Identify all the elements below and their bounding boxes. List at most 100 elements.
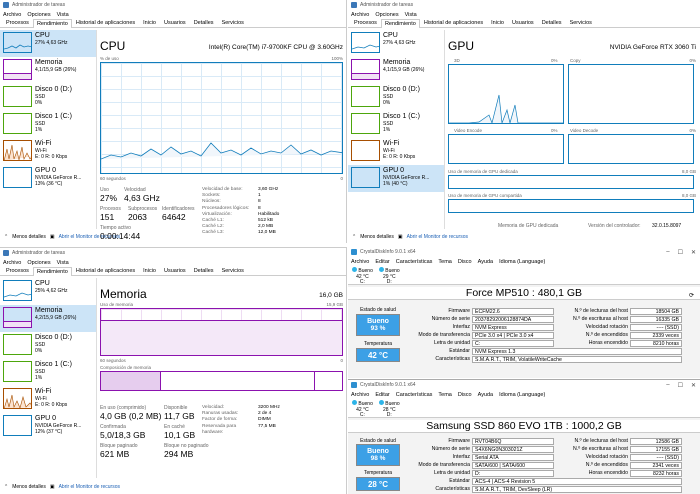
menu-archivo[interactable]: Archivo [351,12,369,18]
menu-item[interactable]: Ayuda [478,392,494,398]
drive-button[interactable]: Bueno 42 °C C: [352,400,373,418]
info-label: Letra de unidad [433,340,470,346]
tab-procesos[interactable]: Procesos [2,266,33,275]
tab-inicio[interactable]: Inicio [487,18,508,27]
sidebar-sub: E: 0 R: 0 Kbps [35,154,68,160]
tab-rendimiento[interactable]: Rendimiento [380,19,420,28]
sidebar-item-memoria[interactable]: Memoria 4,1/15,9 GB (26%) [0,57,96,84]
menu-item[interactable]: Editar [375,392,389,398]
menu-item[interactable]: Idioma (Language) [499,392,545,398]
menu-item[interactable]: Ayuda [478,259,494,265]
chevron-up-icon[interactable]: ⌃ [4,234,8,240]
tab-historial[interactable]: Historial de aplicaciones [72,18,139,27]
menu-item[interactable]: Archivo [351,392,369,398]
title-bar[interactable]: CrystalDiskInfo 9.0.1 x64 – ☐ ✕ [348,380,700,390]
title-bar[interactable]: Administrador de tareas [0,248,346,258]
tab-servicios[interactable]: Servicios [566,18,596,27]
tab-detalles[interactable]: Detalles [538,18,566,27]
tab-procesos[interactable]: Procesos [350,18,381,27]
sidebar-item-disco-1[interactable]: Disco 1 (C:) SSD 1% [0,359,96,386]
sidebar-item-gpu[interactable]: GPU 0 NVIDIA GeForce R... 1% (40 °C) [348,165,444,192]
fewer-details-link[interactable]: Menos detalles [360,234,394,240]
menu-item[interactable]: Archivo [351,259,369,265]
spec-value: 12,0 MB [258,230,276,236]
stat-value: 621 MB [100,449,130,459]
sidebar-item-gpu[interactable]: GPU 0 NVIDIA GeForce R... 13% (36 °C) [0,165,96,192]
tab-inicio[interactable]: Inicio [139,266,160,275]
temperature-value[interactable]: 28 °C [356,477,400,491]
sidebar-item-wifi[interactable]: Wi-Fi Wi-Fi E: 0 R: 0 Kbps [0,386,96,413]
tab-historial[interactable]: Historial de aplicaciones [72,266,139,275]
sidebar-item-wifi[interactable]: Wi-Fi Wi-Fi E: 0 R: 0 Kbps [0,138,96,165]
sidebar-item-cpu[interactable]: CPU 25% 4,62 GHz [0,278,96,305]
menu-vista[interactable]: Vista [57,12,69,18]
tab-detalles[interactable]: Detalles [190,18,218,27]
sidebar-item-disco-1[interactable]: Disco 1 (C:) SSD 1% [348,111,444,138]
sidebar-item-disco-0[interactable]: Disco 0 (D:) SSD 0% [0,84,96,111]
close-icon[interactable]: ✕ [691,249,696,256]
tab-inicio[interactable]: Inicio [139,18,160,27]
health-status-box[interactable]: Bueno 98 % [356,444,400,466]
sidebar-item-gpu[interactable]: GPU 0 NVIDIA GeForce R... 12% (37 °C) [0,413,96,440]
sidebar-item-memoria[interactable]: Memoria 4,1/15,9 GB (26%) [348,57,444,84]
drive-button[interactable]: Bueno 28 °C D: [378,400,400,418]
menu-opciones[interactable]: Opciones [375,12,398,18]
drive-button[interactable]: Bueno 42 °C C: [352,267,373,285]
sidebar-item-disco-0[interactable]: Disco 0 (D:) SSD 0% [0,332,96,359]
refresh-icon[interactable]: ⟳ [689,292,694,299]
menu-item[interactable]: Disco [458,392,472,398]
menu-archivo[interactable]: Archivo [3,12,21,18]
tab-historial[interactable]: Historial de aplicaciones [420,18,487,27]
sidebar-item-cpu[interactable]: CPU 27% 4,63 GHz [348,30,444,57]
tab-usuarios[interactable]: Usuarios [160,266,190,275]
sidebar-item-wifi[interactable]: Wi-Fi Wi-Fi E: 0 R: 0 Kbps [348,138,444,165]
drive-button[interactable]: Bueno 29 °C D: [378,267,400,285]
menu-item[interactable]: Tema [438,259,451,265]
minimize-icon[interactable]: – [666,249,669,256]
sidebar-item-disco-0[interactable]: Disco 0 (D:) SSD 0% [348,84,444,111]
tab-procesos[interactable]: Procesos [2,18,33,27]
chevron-up-icon[interactable]: ⌃ [352,234,356,240]
temperature-value[interactable]: 42 °C [356,348,400,362]
status-dot-icon [352,267,357,272]
title-bar[interactable]: Administrador de tareas [0,0,346,10]
disk1-mini-graph [351,113,380,134]
open-resource-monitor-link[interactable]: Abrir el Monitor de recursos [59,484,120,490]
menu-opciones[interactable]: Opciones [27,12,50,18]
info-label: Firmware [448,438,470,444]
title-bar[interactable]: Administrador de tareas [348,0,700,10]
tab-usuarios[interactable]: Usuarios [508,18,538,27]
open-resource-monitor-link[interactable]: Abrir el Monitor de recursos [407,234,468,240]
tab-detalles[interactable]: Detalles [190,266,218,275]
info-value: ACS-4 | ACS-4 Revision 5 [472,477,682,485]
minimize-icon[interactable]: – [666,382,669,389]
menu-item[interactable]: Tema [438,392,451,398]
menu-item[interactable]: Idioma (Language) [499,259,545,265]
menu-opciones[interactable]: Opciones [27,260,50,266]
health-status-box[interactable]: Bueno 93 % [356,314,400,336]
menu-archivo[interactable]: Archivo [3,260,21,266]
menu-item[interactable]: Disco [458,259,472,265]
menu-item[interactable]: Editar [375,259,389,265]
sidebar-item-memoria[interactable]: Memoria 4,2/15,9 GB (26%) [0,305,96,332]
sidebar-label: GPU 0 [383,167,405,174]
title-bar[interactable]: CrystalDiskInfo 9.0.1 x64 – ☐ ✕ [348,247,700,257]
tab-rendimiento[interactable]: Rendimiento [32,267,72,276]
maximize-icon[interactable]: ☐ [678,382,683,389]
maximize-icon[interactable]: ☐ [678,249,683,256]
menu-vista[interactable]: Vista [405,12,417,18]
tab-usuarios[interactable]: Usuarios [160,18,190,27]
tab-servicios[interactable]: Servicios [218,18,248,27]
menu-item[interactable]: Características [396,392,433,398]
tab-rendimiento[interactable]: Rendimiento [32,19,72,28]
sidebar-item-cpu[interactable]: CPU 27% 4,63 GHz [0,30,96,57]
sidebar-item-disco-1[interactable]: Disco 1 (C:) SSD 1% [0,111,96,138]
close-icon[interactable]: ✕ [691,382,696,389]
fewer-details-link[interactable]: Menos detalles [12,484,46,490]
tab-servicios[interactable]: Servicios [218,266,248,275]
menu-vista[interactable]: Vista [57,260,69,266]
fewer-details-link[interactable]: Menos detalles [12,234,46,240]
health-label: Estado de salud [360,307,396,313]
menu-item[interactable]: Características [396,259,433,265]
chevron-up-icon[interactable]: ⌃ [4,484,8,490]
